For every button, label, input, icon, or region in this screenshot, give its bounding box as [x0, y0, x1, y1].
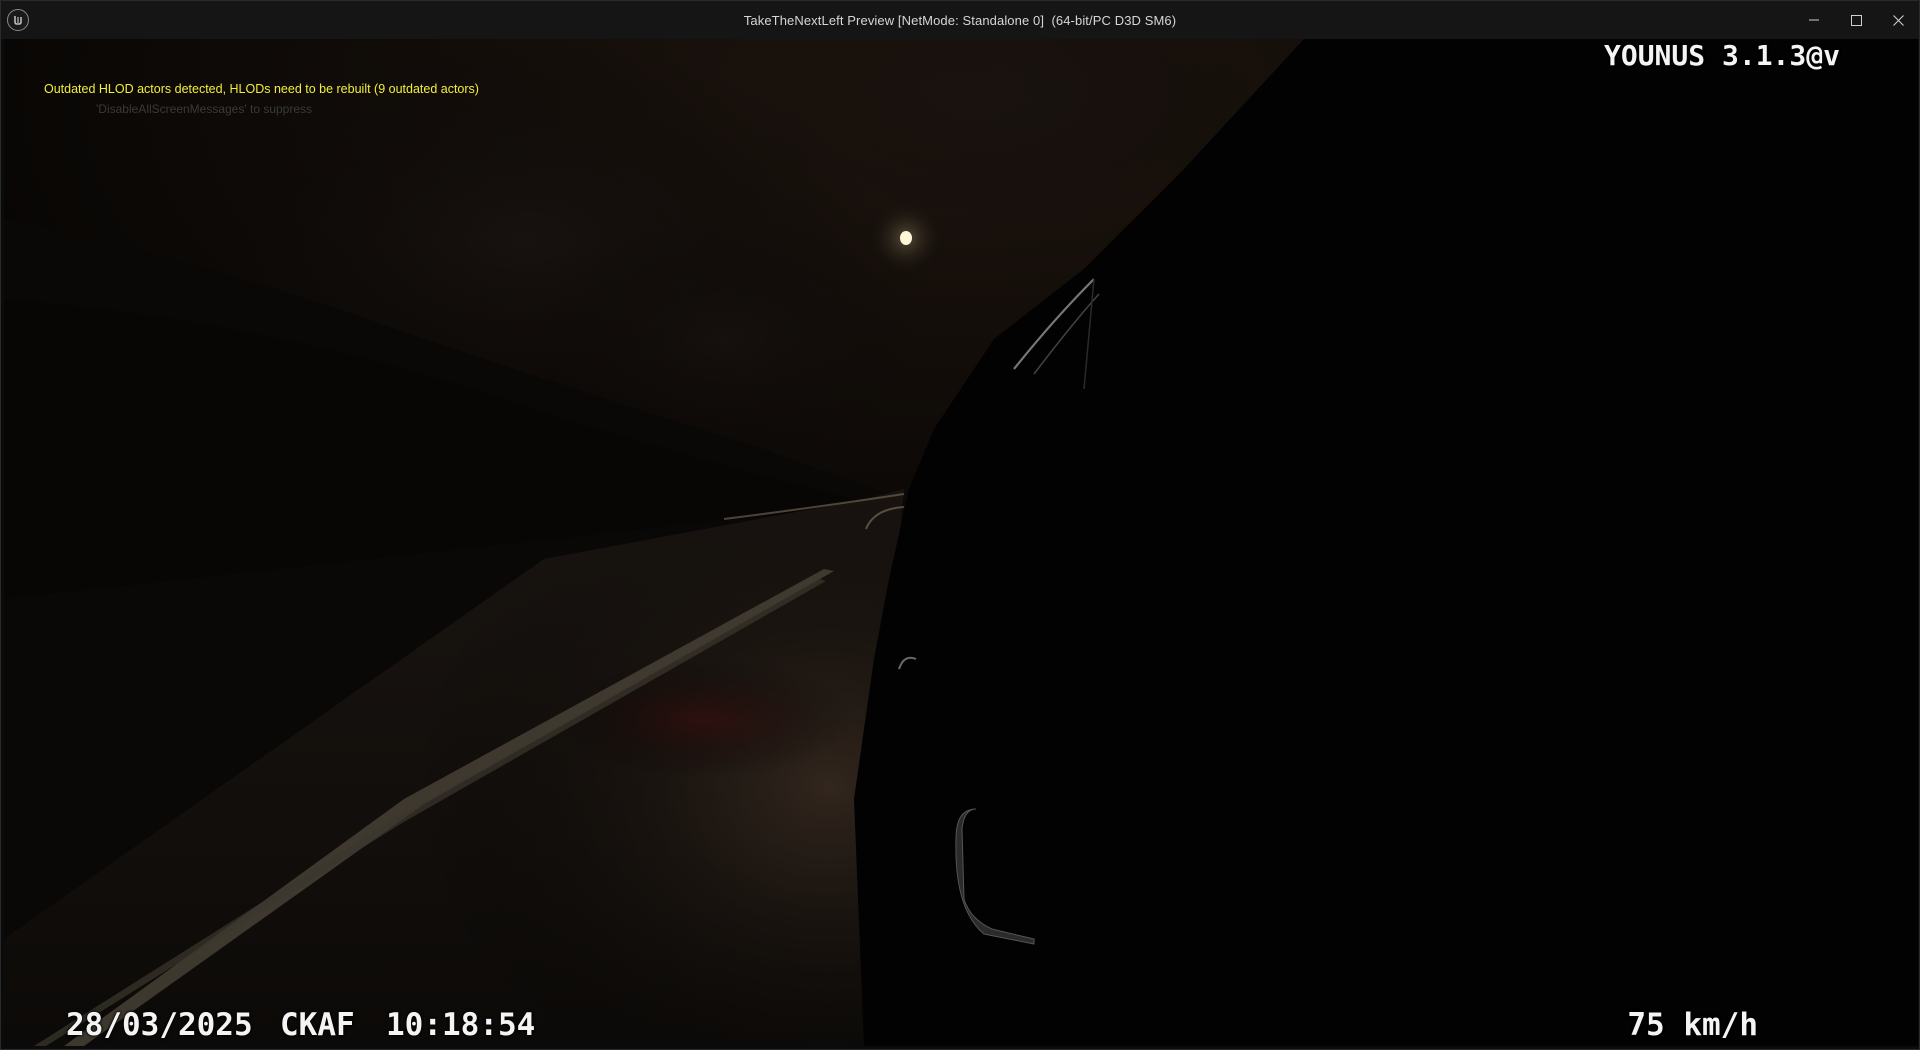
hud-date: 28/03/2025 [66, 1007, 253, 1043]
title-bar[interactable]: TakeTheNextLeft Preview [NetMode: Standa… [1, 1, 1919, 39]
game-viewport[interactable]: Outdated HLOD actors detected, HLODs nee… [4, 39, 1918, 1046]
unreal-engine-logo-icon [7, 9, 29, 31]
night-road-scene [4, 39, 1918, 1046]
suppress-messages-hint: 'DisableAllScreenMessages' to suppress [96, 102, 313, 116]
hud-speed: 75 km/h [1627, 1007, 1758, 1043]
window-controls [1793, 1, 1919, 39]
minimize-icon [1809, 19, 1819, 21]
window-title: TakeTheNextLeft Preview [NetMode: Standa… [743, 12, 1177, 28]
close-icon [1892, 14, 1904, 26]
hud-code: CKAF [280, 1007, 355, 1043]
hud-time: 10:18:54 [386, 1007, 536, 1043]
version-watermark: YOUNUS 3.1.3@v [1603, 39, 1840, 72]
maximize-button[interactable] [1835, 1, 1877, 39]
minimize-button[interactable] [1793, 1, 1835, 39]
maximize-icon [1850, 14, 1862, 26]
game-window: TakeTheNextLeft Preview [NetMode: Standa… [0, 0, 1920, 1050]
hlod-warning-message: Outdated HLOD actors detected, HLODs nee… [44, 82, 479, 96]
close-button[interactable] [1877, 1, 1919, 39]
